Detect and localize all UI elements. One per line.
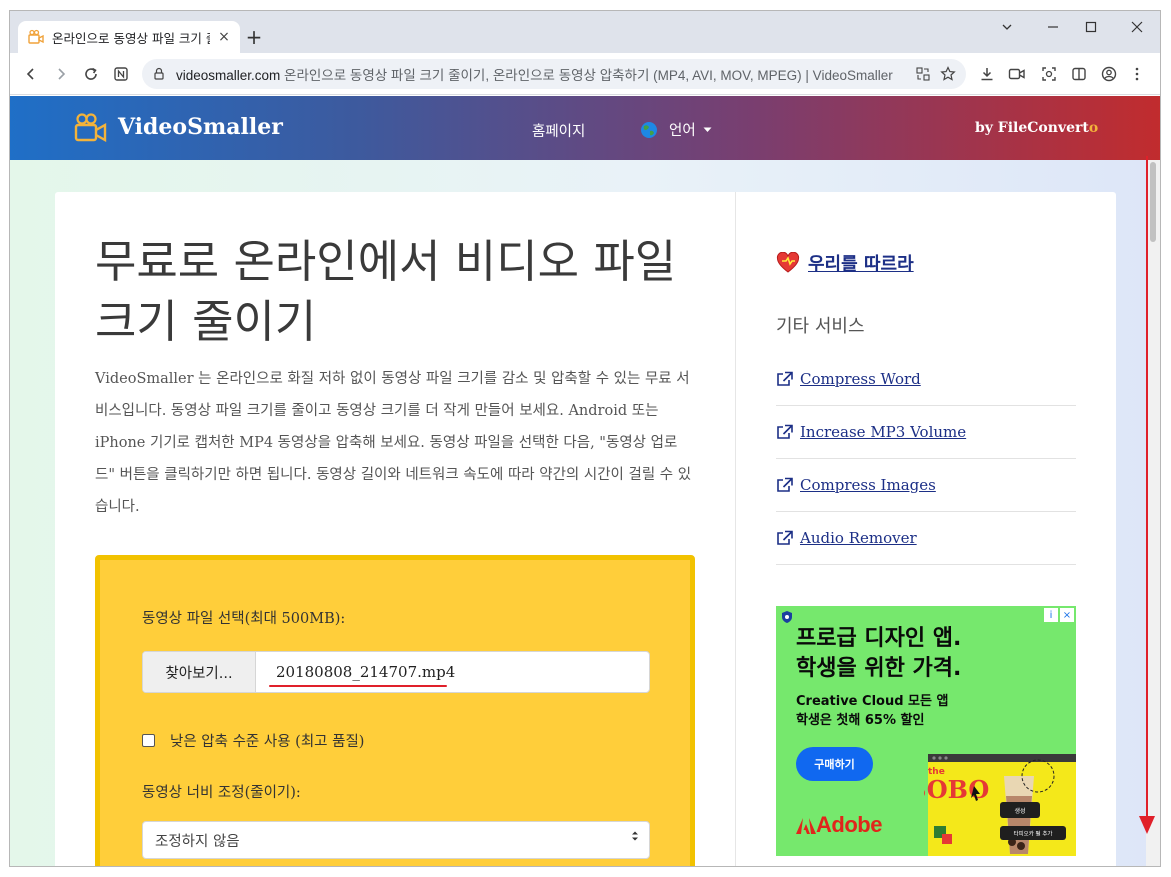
heart-icon [776, 252, 800, 273]
ad-subtext-line: Creative Cloud 모든 앱 [796, 694, 949, 709]
adobe-logo-text: Adobe [816, 812, 882, 837]
ad-art-word: BOBO [924, 775, 989, 804]
bookmark-star-icon[interactable] [940, 66, 956, 82]
browse-button[interactable]: 찾아보기... [143, 652, 256, 692]
page-title: 무료로 온라인에서 비디오 파일 크기 줄이기 [95, 235, 677, 348]
browser-tab[interactable]: 온라인으로 동영상 파일 크기 줄이기 × [18, 21, 240, 53]
video-width-selected: 조정하지 않음 [155, 833, 240, 850]
external-link-icon [777, 530, 793, 545]
video-capture-icon[interactable] [1006, 63, 1028, 85]
ad-headline: 프로급 디자인 앱. 학생을 위한 가격. [796, 624, 961, 684]
service-link[interactable]: Compress Word [800, 370, 921, 388]
logo-text: VideoSmaller [118, 114, 283, 140]
upload-form: 동영상 파일 선택(최대 500MB): 찾아보기... 20180808_21… [95, 555, 695, 866]
follow-us[interactable]: 우리를 따르라 [776, 250, 914, 276]
back-icon[interactable] [20, 63, 42, 85]
browser-toolbar: videosmaller.com 온라인으로 동영상 파일 크기 줄이기, 온라… [10, 53, 1160, 95]
column-divider [735, 192, 736, 866]
screenshot-icon[interactable] [1038, 63, 1060, 85]
globe-icon [641, 121, 657, 138]
tab-title: 온라인으로 동영상 파일 크기 줄이기 [52, 30, 210, 46]
nav-language-dropdown[interactable]: 언어 [640, 119, 712, 140]
url-path: 온라인으로 동영상 파일 크기 줄이기, 온라인으로 동영상 압축하기 (MP4… [280, 68, 893, 83]
url-text: videosmaller.com 온라인으로 동영상 파일 크기 줄이기, 온라… [176, 64, 916, 84]
content-card: 무료로 온라인에서 비디오 파일 크기 줄이기 VideoSmaller 는 온… [55, 192, 1116, 866]
video-width-label: 동영상 너비 조정(줄이기): [142, 785, 301, 801]
external-link-icon [777, 371, 793, 386]
translate-icon[interactable] [916, 67, 930, 81]
url-domain: videosmaller.com [176, 68, 281, 83]
caret-down-icon [703, 127, 712, 132]
red-underline-annotation [269, 685, 447, 687]
intro-paragraph: VideoSmaller 는 온라인으로 화질 저하 없이 동영상 파일 크기를… [95, 371, 692, 515]
other-services-title: 기타 서비스 [776, 316, 865, 337]
ad-headline-line: 프로급 디자인 앱. [796, 626, 962, 651]
ad-illustration: the BOBO 생성 타피오카 펄 추가 [924, 754, 1076, 856]
ad-shield-icon [782, 611, 792, 623]
site-logo[interactable]: VideoSmaller [74, 112, 283, 142]
download-icon[interactable] [976, 63, 998, 85]
ad-popup-2: 타피오카 펄 추가 [1014, 830, 1053, 838]
file-input[interactable]: 찾아보기... 20180808_214707.mp4 [142, 651, 650, 693]
web-page: VideoSmaller 홈페이지 언어 by FileConverto 무료로… [10, 96, 1160, 866]
service-item[interactable]: Compress Word [776, 353, 1076, 406]
browser-window: 온라인으로 동영상 파일 크기 줄이기 × + [9, 10, 1161, 867]
new-tab-button[interactable]: + [242, 25, 266, 49]
adobe-mark-icon [796, 818, 816, 834]
chevron-down-icon[interactable] [992, 19, 1022, 39]
site-info-icon[interactable] [152, 67, 166, 81]
tab-strip: 온라인으로 동영상 파일 크기 줄이기 × + [10, 11, 1160, 53]
adobe-logo: Adobe [796, 812, 882, 838]
maximize-icon[interactable] [1076, 19, 1106, 39]
nav-language-label: 언어 [669, 123, 696, 139]
file-name-text: 20180808_214707.mp4 [276, 663, 456, 681]
ad-subtext-line: 학생은 첫해 65% 할인 [796, 713, 925, 728]
follow-us-link[interactable]: 우리를 따르라 [808, 250, 914, 276]
by-fileconverto-link[interactable]: by FileConverto [975, 120, 1098, 136]
ad-subtext: Creative Cloud 모든 앱 학생은 첫해 65% 할인 [796, 692, 948, 730]
low-compression-label: 낮은 압축 수준 사용 (최고 품질) [170, 734, 365, 750]
profile-icon[interactable] [1098, 63, 1120, 85]
nav-home-link[interactable]: 홈페이지 [532, 120, 585, 141]
ad-headline-line: 학생을 위한 가격. [796, 656, 962, 681]
ad-buy-button[interactable]: 구매하기 [796, 747, 873, 781]
external-link-icon [777, 424, 793, 439]
extension-n-icon[interactable] [110, 63, 132, 85]
ad-close-icon[interactable]: × [1060, 608, 1074, 622]
external-link-icon [777, 477, 793, 492]
select-updown-icon [632, 831, 638, 841]
ad-controls: i × [1044, 608, 1074, 622]
service-item[interactable]: Increase MP3 Volume [776, 406, 1076, 459]
ad-info-icon[interactable]: i [1044, 608, 1058, 622]
reload-icon[interactable] [80, 63, 102, 85]
tab-close-icon[interactable]: × [216, 29, 232, 45]
video-width-select[interactable]: 조정하지 않음 [142, 821, 650, 859]
service-link[interactable]: Compress Images [800, 476, 936, 494]
file-select-label: 동영상 파일 선택(최대 500MB): [142, 611, 346, 627]
close-window-icon[interactable] [1122, 19, 1152, 39]
minimize-icon[interactable] [1038, 19, 1068, 39]
service-link[interactable]: Increase MP3 Volume [800, 423, 966, 441]
address-bar[interactable]: videosmaller.com 온라인으로 동영상 파일 크기 줄이기, 온라… [142, 59, 966, 89]
service-item[interactable]: Audio Remover [776, 512, 1076, 565]
red-down-arrow-annotation [1139, 156, 1155, 834]
service-link[interactable]: Audio Remover [800, 529, 917, 547]
video-camera-icon [74, 113, 107, 142]
low-compression-option[interactable]: 낮은 압축 수준 사용 (최고 품질) [142, 730, 364, 751]
forward-icon[interactable] [50, 63, 72, 85]
ad-popup-1: 생성 [1014, 807, 1025, 815]
site-header: VideoSmaller 홈페이지 언어 by FileConverto [10, 96, 1160, 160]
advertisement[interactable]: i × 프로급 디자인 앱. 학생을 위한 가격. Creative Cloud… [776, 606, 1076, 856]
selected-file-name: 20180808_214707.mp4 [256, 652, 455, 692]
service-item[interactable]: Compress Images [776, 459, 1076, 512]
by-brand-accent: o [1088, 120, 1099, 136]
side-panel-icon[interactable] [1068, 63, 1090, 85]
video-camera-icon [28, 29, 44, 44]
low-compression-checkbox[interactable] [142, 734, 155, 747]
by-brand-prefix: by FileConvert [975, 120, 1089, 136]
menu-kebab-icon[interactable] [1126, 63, 1148, 85]
